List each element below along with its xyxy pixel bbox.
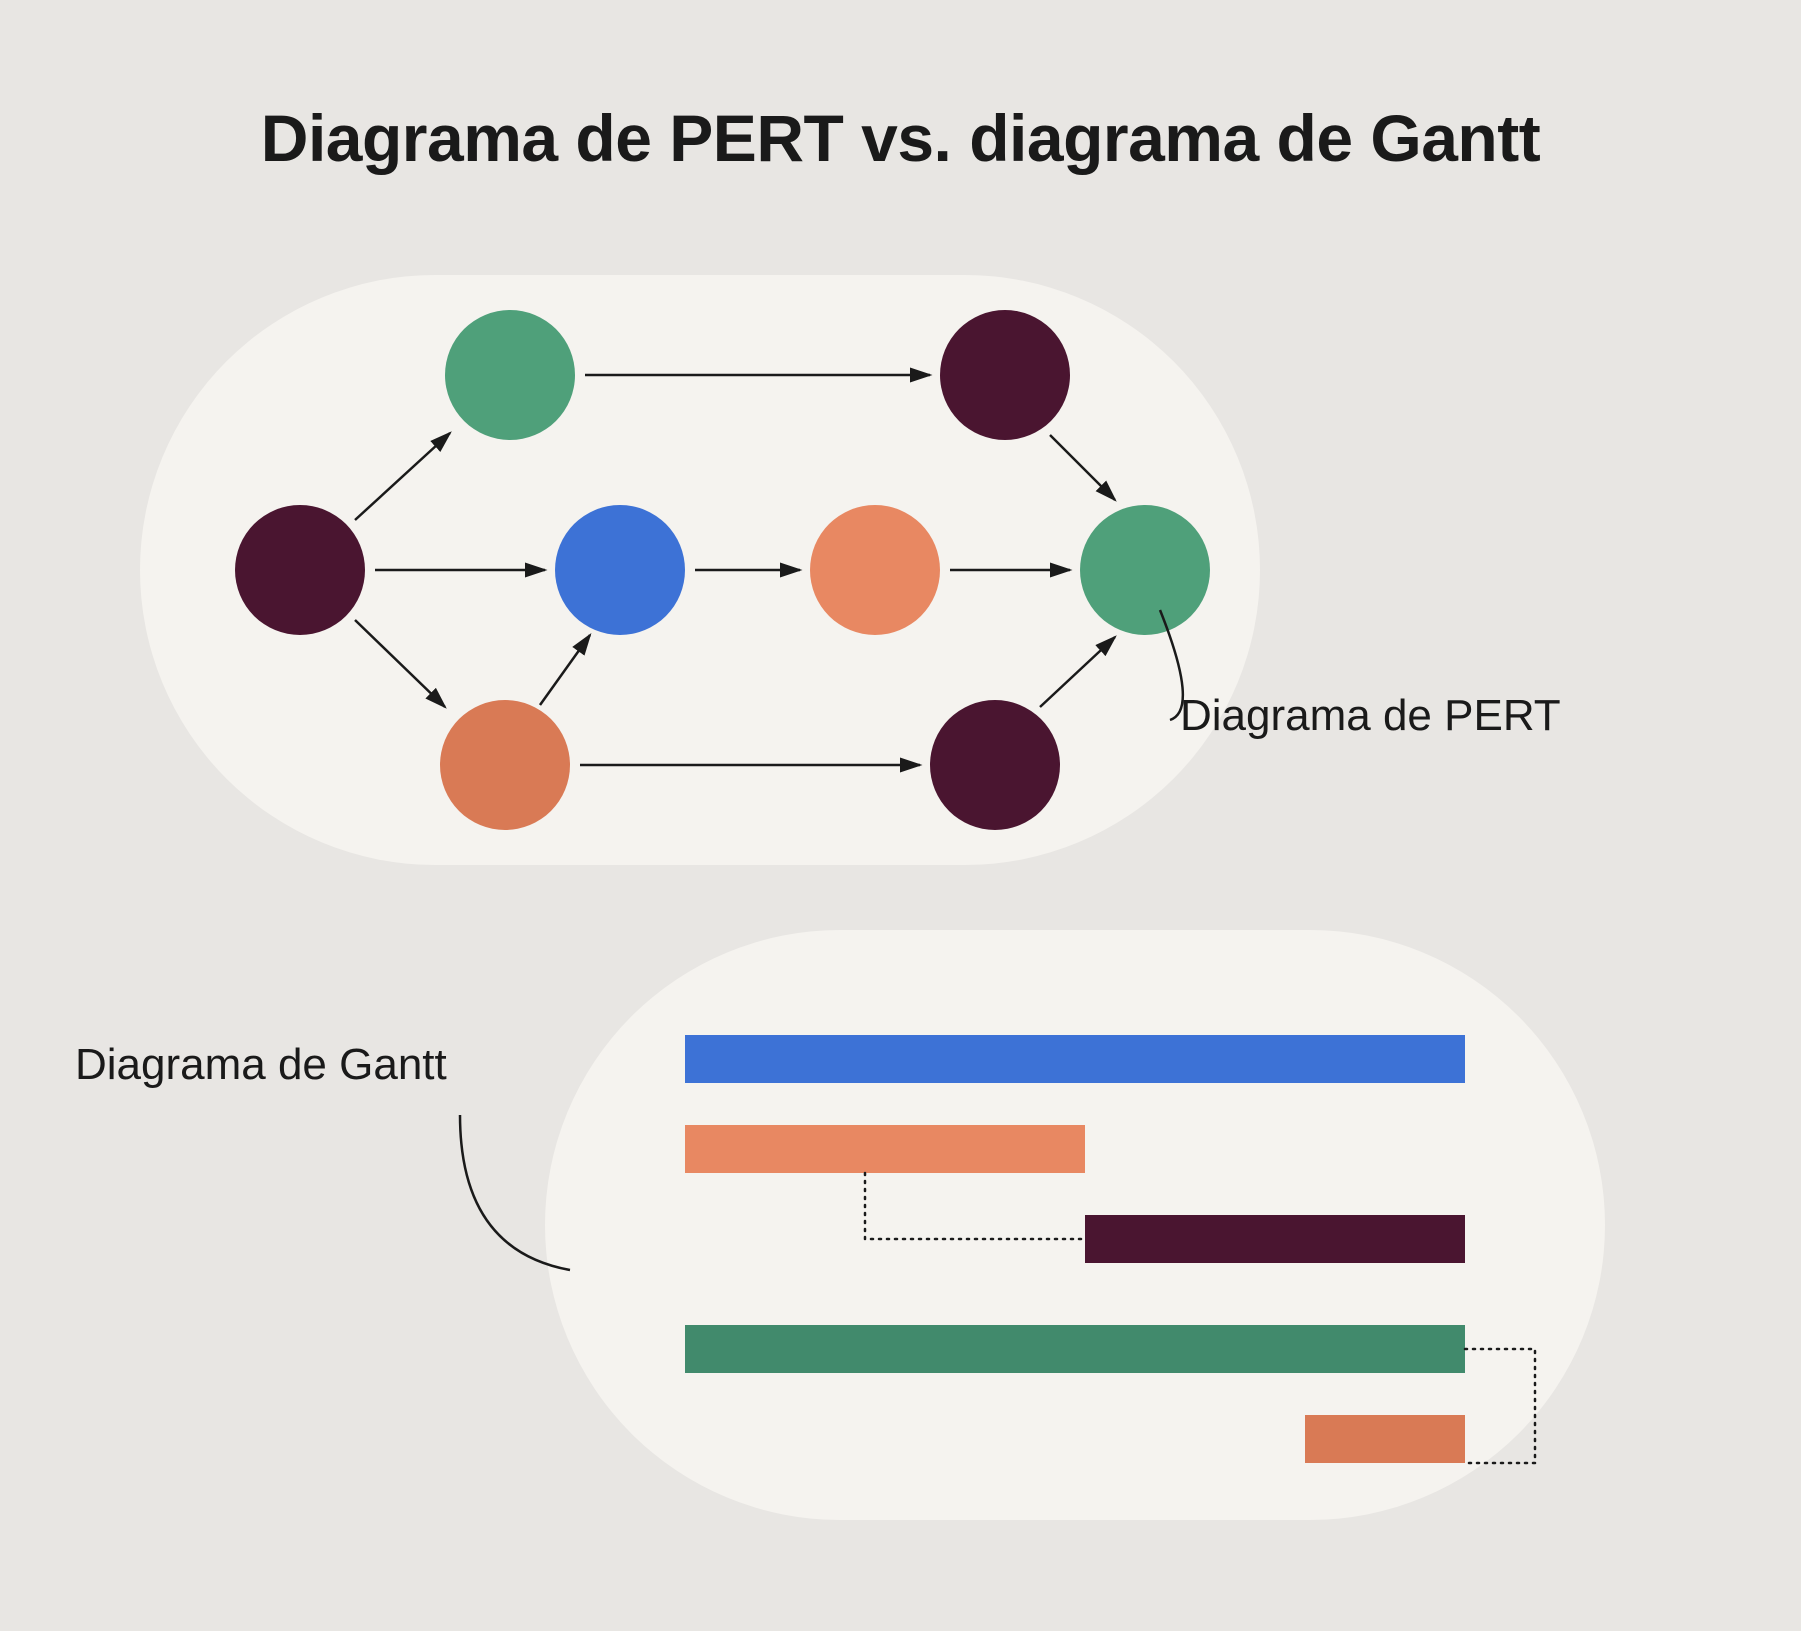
pert-label: Diagrama de PERT [1180,691,1561,741]
pert-node-start [235,505,365,635]
gantt-container [545,930,1605,1520]
pert-node-mid2 [810,505,940,635]
pert-node-bot1 [440,700,570,830]
pert-container [140,275,1260,865]
gantt-bar-5 [1305,1415,1465,1463]
pert-node-mid1 [555,505,685,635]
pert-node-top2 [940,310,1070,440]
pert-node-end [1080,505,1210,635]
gantt-bar-2 [685,1125,1085,1173]
page-title: Diagrama de PERT vs. diagrama de Gantt [0,100,1801,176]
pert-node-bot2 [930,700,1060,830]
gantt-bar-4 [685,1325,1465,1373]
gantt-label: Diagrama de Gantt [75,1040,447,1090]
gantt-bar-3 [1085,1215,1465,1263]
pert-node-top1 [445,310,575,440]
gantt-bar-1 [685,1035,1465,1083]
